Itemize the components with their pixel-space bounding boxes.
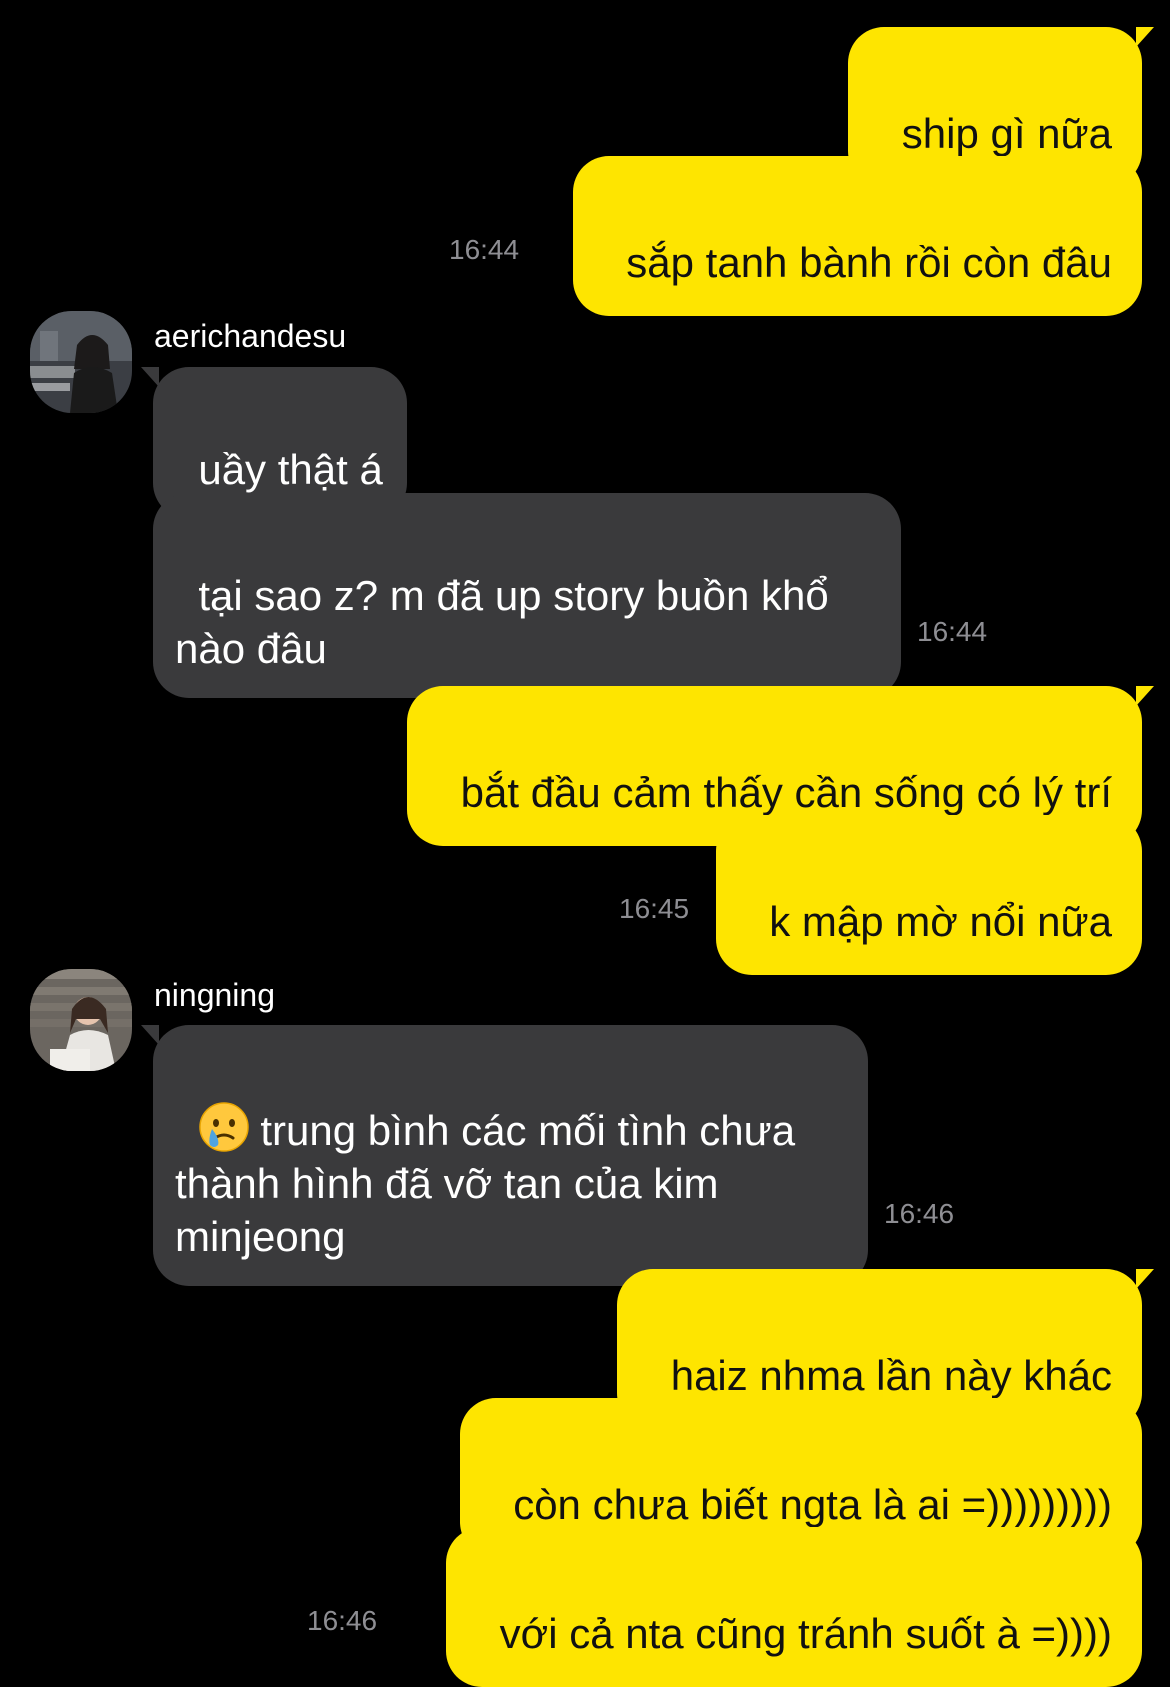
outgoing-message[interactable]: k mập mờ nổi nữa (715, 815, 1142, 975)
user-avatar-icon (30, 311, 132, 413)
outgoing-message[interactable]: sắp tanh bành rồi còn đâu (572, 156, 1142, 316)
message-text: uầy thật á (198, 446, 383, 493)
message-text: ship gì nữa (901, 110, 1112, 157)
incoming-message[interactable]: trung bình các mối tình chưa thành hình … (141, 1025, 868, 1286)
message-text: trung bình các mối tình chưa thành hình … (175, 1107, 796, 1260)
incoming-message[interactable]: tại sao z? m đã up story buồn khổ nào đâ… (153, 493, 901, 698)
message-timestamp: 16:44 (449, 234, 520, 265)
message-text: còn chưa biết ngta là ai =))))))))) (513, 1481, 1112, 1528)
sender-name: ningning (154, 977, 275, 1013)
avatar[interactable] (30, 311, 132, 413)
message-timestamp: 16:44 (917, 616, 988, 647)
message-timestamp: 16:46 (884, 1198, 955, 1229)
outgoing-message[interactable]: với cả nta cũng tránh suốt à =)))) (446, 1527, 1142, 1687)
avatar[interactable] (30, 969, 132, 1071)
message-text: bắt đầu cảm thấy cần sống có lý trí (460, 769, 1112, 816)
crying-face-emoji-icon (199, 1102, 250, 1152)
message-text: sắp tanh bành rồi còn đâu (626, 239, 1112, 286)
sender-name: aerichandesu (154, 318, 347, 354)
message-timestamp: 16:45 (619, 893, 690, 924)
message-text: haiz nhma lần này khác (670, 1352, 1112, 1399)
message-text: tại sao z? m đã up story buồn khổ nào đâ… (175, 572, 829, 672)
message-timestamp: 16:46 (307, 1605, 378, 1636)
message-text: k mập mờ nổi nữa (769, 898, 1112, 945)
user-avatar-icon (30, 969, 132, 1071)
message-text: với cả nta cũng tránh suốt à =)))) (499, 1610, 1112, 1657)
